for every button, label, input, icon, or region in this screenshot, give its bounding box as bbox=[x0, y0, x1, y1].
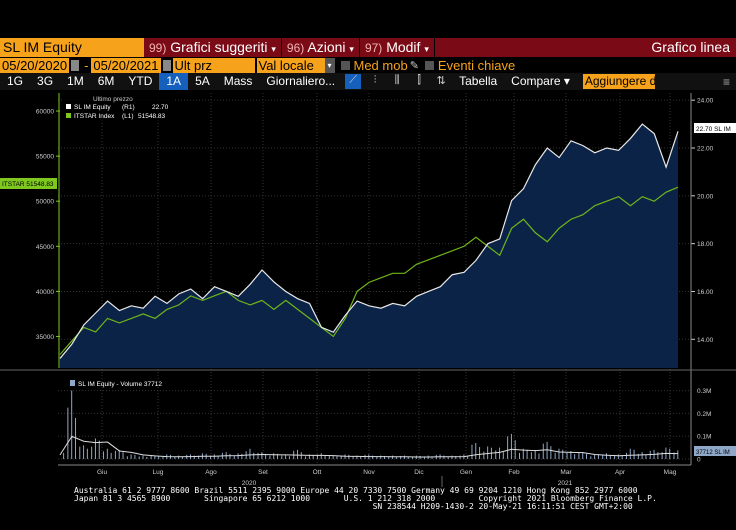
month-label: Ago bbox=[205, 469, 217, 476]
key-events-label: Eventi chiave bbox=[437, 57, 516, 73]
pencil-icon[interactable]: ✎ bbox=[410, 59, 419, 72]
candle-chart-icon[interactable]: ⫿ bbox=[411, 74, 427, 89]
legend-sl-value: 22.70 bbox=[152, 104, 169, 111]
volume-last-tag-text: 37712 SL IM bbox=[696, 450, 730, 456]
volume-axis-tick: 0.2M bbox=[697, 411, 711, 418]
month-label: Ott bbox=[313, 469, 322, 476]
legend-title: Ultimo prezzo bbox=[93, 96, 133, 103]
left-axis-tick: 40000 bbox=[36, 289, 54, 296]
calendar-icon[interactable] bbox=[71, 59, 80, 71]
chevron-down-icon: ▾ bbox=[424, 44, 429, 54]
legend-swatch-sl bbox=[66, 104, 71, 109]
month-label: Apr bbox=[615, 469, 626, 476]
month-label: Gen bbox=[460, 469, 473, 476]
volume-axis-tick: 0.1M bbox=[697, 434, 711, 441]
frequency-select[interactable]: Giornaliero... bbox=[259, 73, 342, 90]
period-ytd[interactable]: YTD bbox=[121, 73, 159, 90]
left-axis-tick: 35000 bbox=[36, 334, 54, 341]
start-date-input[interactable]: 05/20/2020 bbox=[0, 57, 70, 73]
menu-edit[interactable]: 97) Modif ▾ bbox=[360, 38, 435, 57]
compare-button[interactable]: Compare ▾ bbox=[504, 73, 577, 90]
period-toolbar: 1G 3G 1M 6M YTD 1A 5A Mass Giornaliero..… bbox=[0, 73, 736, 90]
volume-axis-tick: 0 bbox=[697, 457, 701, 464]
currency-select[interactable]: Val locale bbox=[256, 57, 325, 73]
period-5a[interactable]: 5A bbox=[188, 73, 217, 90]
compare-label: Compare bbox=[511, 74, 561, 88]
top-menu-bar: SL IM Equity 99) Grafici suggeriti ▾ 96)… bbox=[0, 38, 736, 57]
period-1g[interactable]: 1G bbox=[0, 73, 30, 90]
footer-contacts: Australia 61 2 9777 8600 Brazil 5511 239… bbox=[74, 487, 657, 511]
itstar-last-tag-text: ITSTAR 51548.83 bbox=[2, 181, 54, 188]
period-1m[interactable]: 1M bbox=[60, 73, 91, 90]
ohlc-chart-icon[interactable]: ⫼ bbox=[389, 74, 405, 89]
month-label: Lug bbox=[153, 469, 164, 476]
calendar-icon[interactable] bbox=[162, 59, 171, 71]
table-button[interactable]: Tabella bbox=[452, 73, 504, 90]
settings-bar: 05/20/2020 - 05/20/2021 Ult prz Val loca… bbox=[0, 57, 736, 73]
ticker-field[interactable]: SL IM Equity bbox=[0, 38, 144, 57]
menu-suggested-charts[interactable]: 99) Grafici suggeriti ▾ bbox=[144, 38, 282, 57]
chart-type-title: Grafico linea bbox=[651, 39, 730, 55]
volume-legend-swatch bbox=[70, 380, 75, 386]
bar-chart-icon[interactable]: ⫶ bbox=[367, 74, 383, 89]
moving-average-checkbox[interactable] bbox=[340, 60, 350, 70]
menu-label: Modif bbox=[386, 39, 421, 55]
left-axis-tick: 60000 bbox=[36, 109, 54, 116]
right-axis-tick: 20.00 bbox=[697, 193, 714, 200]
range-chart-icon[interactable]: ⇅ bbox=[433, 74, 449, 89]
menu-label: Azioni bbox=[307, 39, 346, 55]
menu-label: Grafici suggeriti bbox=[170, 39, 268, 55]
line-chart-icon[interactable]: ⟋ bbox=[345, 74, 362, 89]
period-6m[interactable]: 6M bbox=[91, 73, 122, 90]
left-axis-tick: 50000 bbox=[36, 199, 54, 206]
legend-itstar-name: ITSTAR Index bbox=[74, 113, 115, 120]
end-date-input[interactable]: 05/20/2021 bbox=[91, 57, 161, 73]
legend-sl-axis: (R1) bbox=[122, 104, 135, 111]
moving-average-label: Med mob bbox=[353, 57, 408, 73]
period-max[interactable]: Mass bbox=[217, 73, 260, 90]
date-separator: - bbox=[84, 57, 89, 73]
volume-bars bbox=[63, 390, 679, 459]
right-axis-tick: 24.00 bbox=[697, 98, 714, 105]
key-events-checkbox[interactable] bbox=[424, 60, 434, 70]
add-security-input[interactable]: Aggiungere d bbox=[582, 74, 655, 89]
right-axis-tick: 22.00 bbox=[697, 146, 714, 153]
left-axis-tick: 55000 bbox=[36, 154, 54, 161]
legend-itstar-axis: (L1) bbox=[122, 113, 134, 120]
period-1a[interactable]: 1A bbox=[159, 73, 189, 90]
price-chart[interactable]: Giu Lug Ago Set Ott Nov Dic Gen Feb Mar Apr Mag2020… bbox=[0, 90, 736, 490]
month-label: Mar bbox=[560, 469, 572, 476]
legend-sl-name: SL IM Equity bbox=[74, 104, 111, 111]
options-icon[interactable]: ≡ bbox=[723, 75, 730, 89]
right-axis-tick: 14.00 bbox=[697, 337, 714, 344]
month-label: Mag bbox=[664, 469, 677, 476]
legend-swatch-itstar bbox=[66, 113, 71, 118]
volume-axis-tick: 0.3M bbox=[697, 388, 711, 395]
menu-number: 99) bbox=[149, 41, 167, 55]
month-label: Feb bbox=[508, 469, 520, 476]
chevron-down-icon[interactable]: ▾ bbox=[324, 57, 335, 73]
chevron-down-icon: ▾ bbox=[349, 44, 354, 54]
chevron-down-icon: ▾ bbox=[271, 44, 276, 54]
volume-legend: SL IM Equity - Volume 37712 bbox=[78, 381, 162, 388]
month-label: Nov bbox=[363, 469, 375, 476]
menu-number: 97) bbox=[364, 41, 383, 55]
month-label: Set bbox=[258, 469, 268, 476]
month-label: Giu bbox=[97, 469, 108, 476]
right-axis-tick: 16.00 bbox=[697, 289, 714, 296]
sl-last-tag-text: 22.70 SL IM bbox=[696, 126, 731, 133]
field-select[interactable]: Ult prz bbox=[172, 57, 255, 73]
period-3g[interactable]: 3G bbox=[30, 73, 60, 90]
right-axis-tick: 18.00 bbox=[697, 241, 714, 248]
menu-actions[interactable]: 96) Azioni ▾ bbox=[282, 38, 360, 57]
footer-line: SN 238544 H209-1430-2 20-May-21 16:11:51… bbox=[74, 502, 633, 511]
left-axis-tick: 45000 bbox=[36, 244, 54, 251]
legend-itstar-value: 51548.83 bbox=[138, 113, 165, 120]
month-label: Dic bbox=[414, 469, 424, 476]
menu-number: 96) bbox=[286, 41, 305, 55]
